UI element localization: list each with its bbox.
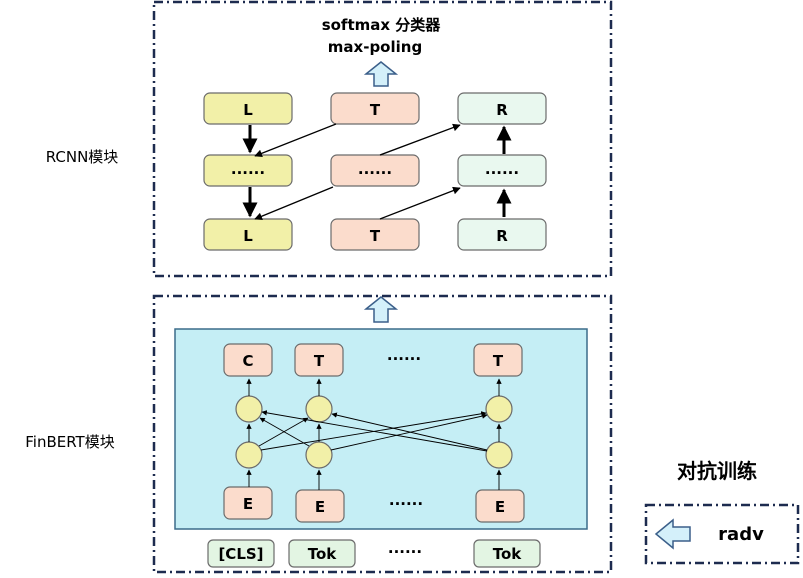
finbert-input-tok1-box: Tok xyxy=(288,539,356,568)
rcnn-mid-to-right-arrow-2 xyxy=(379,186,461,220)
finbert-input-tok2-box: Tok xyxy=(473,539,541,568)
rcnn-row2-mid-label: ...... xyxy=(358,160,392,178)
finbert-embed-e3-label: E xyxy=(495,498,505,516)
finbert-embed-e3-box: E xyxy=(475,489,525,523)
finbert-embed-e2-label: E xyxy=(315,498,325,516)
radv-left-arrow-icon xyxy=(654,518,691,550)
adversarial-training-title: 对抗训练 xyxy=(677,459,757,483)
rcnn-row2-left-label: ...... xyxy=(231,160,265,178)
finbert-lower-node-1 xyxy=(235,441,263,469)
finbert-embed-e1-label: E xyxy=(243,495,253,513)
rcnn-row3-right-box: R xyxy=(457,218,547,251)
rcnn-row3-mid-label: T xyxy=(370,227,381,245)
finbert-input-ellipsis: ...... xyxy=(388,539,422,557)
finbert-input-tok2-label: Tok xyxy=(493,545,523,563)
rcnn-output-up-arrow-icon xyxy=(363,61,399,87)
finbert-upper-node-2 xyxy=(305,395,333,423)
finbert-input-tok1-label: Tok xyxy=(308,545,338,563)
finbert-output-c-box: C xyxy=(223,343,273,377)
rcnn-row3-left-label: L xyxy=(243,227,253,245)
rcnn-module-label: RCNN模块 xyxy=(46,148,119,166)
rcnn-output-maxpool: max-poling xyxy=(328,38,422,56)
adversarial-radv-label: radv xyxy=(718,524,764,545)
rcnn-mid-to-right-arrow-1 xyxy=(379,123,461,156)
finbert-lower-node-3 xyxy=(485,441,513,469)
finbert-embed-ellipsis: ...... xyxy=(389,491,423,509)
module-connector-up-arrow-icon xyxy=(363,296,399,323)
rcnn-row1-left-box: L xyxy=(203,92,293,125)
architecture-diagram: RCNN模块 softmax 分类器 max-poling L T R ....… xyxy=(25,0,800,574)
finbert-output-t1-label: T xyxy=(314,352,325,370)
rcnn-row1-mid-box: T xyxy=(330,92,420,125)
finbert-embed-e2-box: E xyxy=(295,489,345,523)
finbert-upper-node-1 xyxy=(235,395,263,423)
finbert-input-cls-box: [CLS] xyxy=(207,539,275,568)
finbert-lower-node-2 xyxy=(305,441,333,469)
rcnn-row3-right-label: R xyxy=(496,227,508,245)
rcnn-row1-mid-label: T xyxy=(370,101,381,119)
rcnn-row3-left-box: L xyxy=(203,218,293,251)
rcnn-row2-right-box: ...... xyxy=(457,154,547,187)
finbert-input-cls-label: [CLS] xyxy=(218,545,263,563)
rcnn-mid-to-left-arrow-2 xyxy=(254,186,334,220)
rcnn-mid-to-left-arrow-1 xyxy=(254,123,337,158)
rcnn-row3-mid-box: T xyxy=(330,218,420,251)
rcnn-row2-left-box: ...... xyxy=(203,154,293,187)
finbert-output-c-label: C xyxy=(242,352,253,370)
rcnn-row2-mid-box: ...... xyxy=(330,154,420,187)
finbert-module-label: FinBERT模块 xyxy=(25,433,114,451)
finbert-output-t1-box: T xyxy=(294,343,344,377)
finbert-upper-node-3 xyxy=(485,395,513,423)
finbert-output-t2-label: T xyxy=(493,352,504,370)
finbert-output-t2-box: T xyxy=(473,343,523,377)
finbert-output-ellipsis: ...... xyxy=(387,346,421,364)
rcnn-row2-right-label: ...... xyxy=(485,160,519,178)
rcnn-output-softmax: softmax 分类器 xyxy=(322,16,442,34)
rcnn-row1-right-box: R xyxy=(457,92,547,125)
rcnn-row1-right-label: R xyxy=(496,101,508,119)
rcnn-row1-left-label: L xyxy=(243,101,253,119)
finbert-embed-e1-box: E xyxy=(223,486,273,520)
